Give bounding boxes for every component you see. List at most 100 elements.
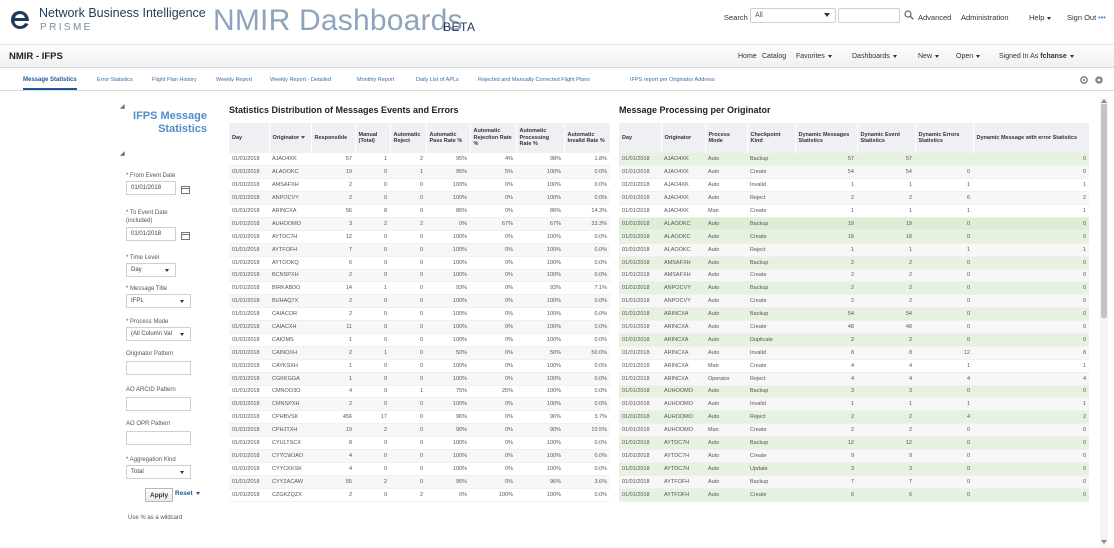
table-row[interactable]: 01/01/2018 CPHBVSK 456 17 0 96% 0% 96% 3.7%	[229, 410, 610, 425]
help-menu[interactable]: Help	[1029, 13, 1052, 22]
column-header[interactable]: Day	[619, 123, 662, 153]
signed-in-menu[interactable]: Signed In As fchanse	[999, 53, 1074, 60]
time-level-select[interactable]: Day	[126, 263, 176, 277]
advanced-link[interactable]: Advanced	[918, 13, 951, 22]
table-row[interactable]: 01/01/2018 AJAO4XK Man Create 1 1 1 1	[619, 204, 1089, 218]
column-header[interactable]: Automatic Pass Rate %	[426, 123, 471, 153]
table-row[interactable]: 01/01/2018 AYTDC7H Auto Create 9 9 0 0	[619, 449, 1089, 463]
column-header[interactable]: Checkpoint Kind	[747, 123, 796, 153]
message-title-select[interactable]: IFPL	[126, 294, 191, 308]
table-row[interactable]: 01/01/2018 AUHOOMO Auto Reject 2 2 4 2	[619, 410, 1089, 425]
open-menu[interactable]: Open	[956, 53, 981, 60]
column-header[interactable]: Dynamic Errors Statistics	[915, 123, 974, 153]
table-row[interactable]: 01/01/2018 ALAOOKC Auto Create 18 18 0 0	[619, 230, 1089, 244]
table-row[interactable]: 01/01/2018 CGKKGGA 1 0 0 100% 0% 100% 0.0%	[229, 372, 610, 386]
table-row[interactable]: 01/01/2018 CYYCWJAO 4 0 0 100% 0% 100% 0.0%	[229, 449, 610, 463]
table-row[interactable]: 01/01/2018 CYULTSCX 8 0 0 100% 0% 100% 0.0%	[229, 436, 610, 450]
tab-weekly-report[interactable]: Weekly Report	[216, 77, 252, 83]
column-header[interactable]: Dynamic Messages Statistics	[795, 123, 858, 153]
table-row[interactable]: 01/01/2018 AYTFOFH Auto Backup 7 7 0 0	[619, 475, 1089, 489]
table-row[interactable]: 01/01/2018 AYTOOKQ 6 0 0 100% 0% 100% 0.0%	[229, 256, 610, 270]
table-row[interactable]: 01/01/2018 AJAO4XK Auto Create 54 54 0 0	[619, 165, 1089, 180]
table-row[interactable]: 01/01/2018 AJAO4XK Auto Reject 2 2 6 2	[619, 191, 1089, 206]
table-row[interactable]: 01/01/2018 ALAOOKC Auto Reject 1 1 1 1	[619, 243, 1089, 257]
table-row[interactable]: 01/01/2018 CYYCKKSK 4 0 0 100% 0% 100% 0.0%	[229, 462, 610, 476]
search-icon[interactable]	[904, 10, 914, 20]
column-header[interactable]: Automatic Invalid Rate %	[564, 123, 611, 153]
table-row[interactable]: 01/01/2018 ARINCXA Auto Backup 54 54 0 0	[619, 307, 1089, 322]
home-link[interactable]: Home	[738, 53, 757, 60]
favorites-menu[interactable]: Favorites	[796, 53, 832, 60]
collapse-icon[interactable]: ◢	[120, 150, 125, 157]
table-row[interactable]: 01/01/2018 AJAO4XK Auto Invalid 1 1 1 1	[619, 178, 1089, 193]
calendar-icon[interactable]	[181, 185, 190, 194]
apply-button[interactable]: Apply	[145, 488, 174, 502]
column-header[interactable]: Manual (Total)	[355, 123, 391, 153]
table-row[interactable]: 01/01/2018 CAIACOR 2 0 0 100% 0% 100% 0.0%	[229, 307, 610, 322]
table-row[interactable]: 01/01/2018 BUHAQ7X 2 0 0 100% 0% 100% 0.0%	[229, 294, 610, 309]
table-row[interactable]: 01/01/2018 AUHOOMO Man Create 2 2 0 0	[619, 423, 1089, 438]
table-row[interactable]: 01/01/2018 ARINCXA 56 8 0 86% 0% 86% 14.3%	[229, 204, 610, 218]
table-row[interactable]: 01/01/2018 ARINCXA Auto Duplicate 2 2 0 0	[619, 333, 1089, 347]
opr-pattern-input[interactable]	[126, 431, 191, 445]
arcid-pattern-input[interactable]	[126, 397, 191, 411]
column-header[interactable]: Day	[229, 123, 270, 153]
column-header[interactable]: Process Mode	[705, 123, 748, 153]
column-header[interactable]: Dynamic Message with error Statistics	[973, 123, 1090, 153]
search-input[interactable]	[838, 8, 900, 23]
column-header[interactable]: Responsible	[311, 123, 356, 153]
table-row[interactable]: 01/01/2018 CAINOXH 2 1 0 50% 0% 50% 50.0%	[229, 346, 610, 360]
search-scope-select[interactable]: All	[750, 8, 836, 23]
tab-daily-list-of-apls[interactable]: Daily List of APLs	[416, 77, 459, 83]
sort-desc-icon[interactable]	[301, 135, 306, 139]
table-row[interactable]: 01/01/2018 ARINCXA Auto Invalid 8 8 12 8	[619, 346, 1089, 360]
table-row[interactable]: 01/01/2018 CZGKZQZX 2 0 2 0% 100% 100% 0.0%	[229, 488, 610, 502]
aggregation-kind-select[interactable]: Total	[126, 465, 191, 479]
scrollbar-thumb[interactable]	[1101, 104, 1107, 318]
table-row[interactable]: 01/01/2018 AMSAFXH Auto Create 2 2 0 0	[619, 269, 1089, 283]
table-row[interactable]: 01/01/2018 ANPOCVY 2 0 0 100% 0% 100% 0.0%	[229, 191, 610, 206]
table-row[interactable]: 01/01/2018 AJAO4XK Auto Backup 57 57 0	[619, 153, 1089, 167]
table-row[interactable]: 01/01/2018 BCNSPXH 2 0 0 100% 0% 100% 0.0%	[229, 269, 610, 283]
table-row[interactable]: 01/01/2018 AYTFOFH Auto Create 6 6 0 0	[619, 488, 1089, 502]
table-row[interactable]: 01/01/2018 AYTDC7H 12 0 0 100% 0% 100% 0.0%	[229, 230, 610, 244]
scroll-down-icon[interactable]	[1101, 540, 1107, 544]
settings-icon[interactable]	[1079, 75, 1089, 85]
table-row[interactable]: 01/01/2018 CYYZACAW 55 2 0 96% 0% 96% 3.6%	[229, 475, 610, 489]
table-row[interactable]: 01/01/2018 ALAOOKC 19 0 1 95% 5% 100% 0.0%	[229, 165, 610, 180]
new-menu[interactable]: New	[918, 53, 940, 60]
tab-rejected-and-manually-corrected-flight-plans[interactable]: Rejected and Manually Corrected Flight P…	[478, 77, 590, 83]
from-date-input[interactable]: 01/01/2018	[126, 181, 176, 195]
table-row[interactable]: 01/01/2018 AUHOOMO Auto Invalid 1 1 1 1	[619, 397, 1089, 412]
table-row[interactable]: 01/01/2018 ANPOCVY Auto Backup 2 2 0 0	[619, 281, 1089, 296]
table-row[interactable]: 01/01/2018 CAIACXH 11 0 0 100% 0% 100% 0.0%	[229, 320, 610, 334]
sign-out-link[interactable]: Sign Out	[1067, 13, 1096, 22]
process-mode-select[interactable]: (All Column Val	[126, 327, 191, 341]
table-row[interactable]: 01/01/2018 CMNSPXH 2 0 0 100% 0% 100% 0.0%	[229, 397, 610, 412]
table-row[interactable]: 01/01/2018 AYTFOFH 7 0 0 100% 0% 100% 0.0%	[229, 243, 610, 257]
table-row[interactable]: 01/01/2018 AYTDC7H Auto Backup 12 12 0 0	[619, 436, 1089, 450]
calendar-icon[interactable]	[181, 231, 190, 240]
tab-error-statistics[interactable]: Error Statistics	[97, 77, 133, 83]
column-header[interactable]: Automatic Rejection Rate %	[470, 123, 517, 153]
table-row[interactable]: 01/01/2018 ANPOCVY Auto Create 2 2 0 0	[619, 294, 1089, 309]
column-header[interactable]: Automatic Reject	[390, 123, 427, 153]
table-row[interactable]: 01/01/2018 AMSAFXH Auto Backup 2 2 0 0	[619, 256, 1089, 270]
page-options-icon[interactable]	[1094, 75, 1104, 85]
dashboards-menu[interactable]: Dashboards	[852, 53, 897, 60]
to-date-input[interactable]: 01/01/2018	[126, 227, 176, 241]
scroll-up-icon[interactable]	[1101, 99, 1107, 103]
table-row[interactable]: 01/01/2018 ARINCXA Operator Reject 4 4 4 4	[619, 372, 1089, 386]
tab-message-statistics[interactable]: Message Statistics	[23, 77, 77, 90]
table-row[interactable]: 01/01/2018 AUHOOMO 3 2 2 0% 67% 67% 33.3%	[229, 217, 610, 231]
tab-weekly-report-detailed[interactable]: Weekly Report - Detailed	[270, 77, 331, 83]
column-header[interactable]: Automatic Processing Rate %	[516, 123, 565, 153]
table-row[interactable]: 01/01/2018 ARINCXA Man Create 4 4 1 1	[619, 359, 1089, 373]
table-row[interactable]: 01/01/2018 BIRKABDO 14 1 0 93% 0% 93% 7.1%	[229, 281, 610, 296]
tab-flight-plan-history[interactable]: Flight Plan History	[152, 77, 197, 83]
table-row[interactable]: 01/01/2018 ALAOOKC Auto Backup 19 19 0 0	[619, 217, 1089, 231]
tab-monthly-report[interactable]: Monthly Report	[357, 77, 394, 83]
reset-button[interactable]: Reset	[171, 488, 204, 502]
originator-pattern-input[interactable]	[126, 361, 191, 375]
table-row[interactable]: 01/01/2018 CPHJTXH 19 2 0 90% 0% 90% 10.5%	[229, 423, 610, 438]
